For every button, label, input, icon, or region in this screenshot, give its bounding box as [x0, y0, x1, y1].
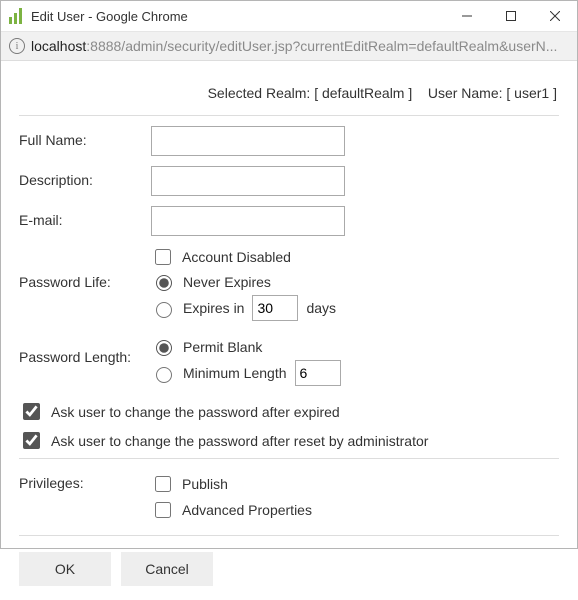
close-button[interactable] — [533, 1, 577, 31]
close-icon — [550, 11, 560, 21]
change-after-expired-label: Ask user to change the password after ex… — [51, 404, 340, 420]
label-full-name: Full Name: — [19, 126, 151, 148]
expires-in-radio[interactable] — [156, 302, 172, 318]
window-titlebar: Edit User - Google Chrome — [1, 1, 577, 31]
publish-label: Publish — [182, 476, 228, 492]
address-path: :8888/admin/security/editUser.jsp?curren… — [86, 38, 557, 54]
advanced-properties-checkbox[interactable] — [155, 502, 171, 518]
minimum-length-radio[interactable] — [156, 367, 172, 383]
cancel-button[interactable]: Cancel — [121, 552, 213, 586]
minimum-length-input[interactable] — [295, 360, 341, 386]
minimize-icon — [462, 11, 472, 21]
window-title: Edit User - Google Chrome — [31, 9, 445, 24]
email-input[interactable] — [151, 206, 345, 236]
account-disabled-checkbox[interactable] — [155, 249, 171, 265]
label-password-life: Password Life: — [19, 242, 151, 290]
address-bar[interactable]: i localhost:8888/admin/security/editUser… — [1, 31, 577, 61]
expires-days-input[interactable] — [252, 295, 298, 321]
permit-blank-label: Permit Blank — [183, 339, 262, 355]
button-row: OK Cancel — [19, 552, 559, 586]
username-label: User Name: — [428, 85, 503, 101]
days-suffix-label: days — [306, 300, 336, 316]
maximize-button[interactable] — [489, 1, 533, 31]
maximize-icon — [506, 11, 516, 21]
ok-button[interactable]: OK — [19, 552, 111, 586]
username-value: [ user1 ] — [506, 85, 557, 101]
label-password-length: Password Length: — [19, 333, 151, 365]
separator-top — [19, 115, 559, 116]
never-expires-radio[interactable] — [156, 275, 172, 291]
change-after-reset-label: Ask user to change the password after re… — [51, 433, 428, 449]
minimum-length-label: Minimum Length — [183, 365, 287, 381]
minimize-button[interactable] — [445, 1, 489, 31]
label-email: E-mail: — [19, 206, 151, 228]
realm-label: Selected Realm: — [208, 85, 311, 101]
account-disabled-label: Account Disabled — [182, 249, 291, 265]
never-expires-label: Never Expires — [183, 274, 271, 290]
expires-in-label: Expires in — [183, 300, 244, 316]
realm-value: [ defaultRealm ] — [314, 85, 412, 101]
change-after-expired-checkbox[interactable] — [23, 403, 40, 420]
description-input[interactable] — [151, 166, 345, 196]
label-privileges: Privileges: — [19, 469, 151, 491]
address-host: localhost — [31, 38, 86, 54]
separator-bottom — [19, 535, 559, 536]
content-area: Selected Realm: [ defaultRealm ] User Na… — [1, 61, 577, 600]
info-icon: i — [9, 38, 25, 54]
separator-privileges — [19, 458, 559, 459]
publish-checkbox[interactable] — [155, 476, 171, 492]
app-icon — [9, 8, 25, 24]
advanced-properties-label: Advanced Properties — [182, 502, 312, 518]
change-after-reset-checkbox[interactable] — [23, 432, 40, 449]
full-name-input[interactable] — [151, 126, 345, 156]
permit-blank-radio[interactable] — [156, 340, 172, 356]
context-line: Selected Realm: [ defaultRealm ] User Na… — [19, 85, 559, 101]
label-description: Description: — [19, 166, 151, 188]
